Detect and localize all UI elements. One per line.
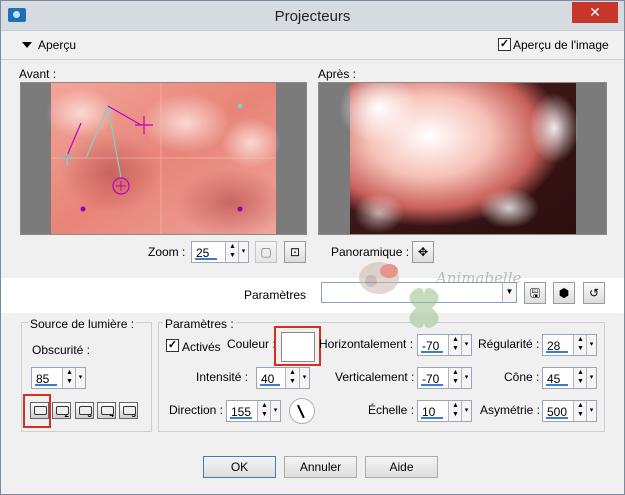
preview-image-label: Aperçu de l'image [513,38,609,52]
direction-dropdown-icon[interactable]: ▾ [270,401,280,421]
after-label: Après : [318,67,357,81]
regularity-dropdown-icon[interactable]: ▾ [586,335,596,355]
highlight-box [23,394,51,428]
intensity-label: Intensité : [196,370,249,384]
asymmetry-label: Asymétrie : [480,403,541,417]
presets-label: Paramètres [244,288,307,302]
vertical-dropdown-icon[interactable]: ▾ [461,368,471,388]
before-preview[interactable] [20,82,307,235]
vertical-spinner[interactable]: -70 ▲ ▼ ▾ [417,367,472,389]
asymmetry-up-down-icon[interactable]: ▲ ▼ [573,401,587,421]
vertical-label: Verticalement : [335,370,415,384]
zoom-dropdown-icon[interactable]: ▾ [238,242,248,262]
zoom-spinner[interactable]: 25 ▲ ▼ ▾ [191,241,249,263]
horizontal-label: Horizontalement : [319,337,414,351]
darkness-spinner[interactable]: 85 ▲ ▼ ▾ [31,367,86,389]
direction-dial[interactable] [289,398,315,424]
cone-label: Cône : [504,370,540,384]
vertical-up-down-icon[interactable]: ▲ ▼ [448,368,462,388]
cone-dropdown-icon[interactable]: ▾ [586,368,596,388]
close-button[interactable]: ✕ [572,2,618,23]
horizontal-spinner[interactable]: -70 ▲ ▼ ▾ [417,334,472,356]
regularity-spinner[interactable]: 28 ▲ ▼ ▾ [542,334,597,356]
direction-spinner[interactable]: 155 ▲ ▼ ▾ [226,400,281,422]
presets-dropdown[interactable]: ▼ [321,282,517,303]
dialog-window: Projecteurs ✕ Aperçu ✓ Aperçu de l'image… [0,0,625,495]
spotlight-preset-2-button[interactable]: 2 [52,402,71,419]
window-title: Projecteurs [274,8,351,25]
before-label: Avant : [19,67,57,81]
zoom-label: Zoom : [148,245,186,259]
cone-spinner[interactable]: 45 ▲ ▼ ▾ [542,367,597,389]
zoom-fit-button[interactable]: ▢ [255,241,277,263]
chevron-down-icon[interactable]: ▼ [502,283,516,302]
horizontal-up-down-icon[interactable]: ▲ ▼ [448,335,462,355]
reset-button[interactable]: ↺ [583,282,605,304]
direction-label: Direction : [169,403,224,417]
pan-label: Panoramique : [331,245,410,259]
ok-button[interactable]: OK [203,456,276,478]
asymmetry-spinner[interactable]: 500 ▲ ▼ ▾ [542,400,597,422]
scale-up-down-icon[interactable]: ▲ ▼ [448,401,462,421]
active-checkbox[interactable]: ✓ [166,339,179,352]
light-source-label: Source de lumière : [28,317,137,331]
randomize-button[interactable]: ⬢ [553,282,575,304]
after-preview [318,82,607,235]
divider [1,59,624,60]
before-image [46,83,286,234]
zoom-actual-size-button[interactable]: ⊡ [284,241,306,263]
zoom-up-down-icon[interactable]: ▲ ▼ [225,242,239,262]
regularity-label: Régularité : [478,337,540,351]
intensity-up-down-icon[interactable]: ▲ ▼ [285,368,299,388]
darkness-dropdown-icon[interactable]: ▾ [75,368,85,388]
asymmetry-dropdown-icon[interactable]: ▾ [586,401,596,421]
darkness-up-down-icon[interactable]: ▲ ▼ [62,368,76,388]
save-preset-button[interactable]: 🖫 [524,282,546,304]
preview-image-checkbox[interactable]: ✓ [498,38,511,51]
scale-label: Échelle : [368,403,415,417]
regularity-up-down-icon[interactable]: ▲ ▼ [573,335,587,355]
horizontal-dropdown-icon[interactable]: ▾ [461,335,471,355]
spotlight-preset-3-button[interactable]: 3 [75,402,94,419]
params-label: Paramètres : [163,317,236,331]
cone-up-down-icon[interactable]: ▲ ▼ [573,368,587,388]
active-label: Activés [182,340,221,354]
pan-button[interactable]: ✥ [412,241,434,263]
intensity-spinner[interactable]: 40 ▲ ▼ ▾ [256,367,310,389]
highlight-box [274,326,321,366]
darkness-label: Obscurité : [32,343,91,357]
intensity-dropdown-icon[interactable]: ▾ [299,368,309,388]
scale-dropdown-icon[interactable]: ▾ [461,401,471,421]
help-button[interactable]: Aide [365,456,438,478]
preview-section-label[interactable]: Aperçu [38,38,76,52]
collapse-arrow-icon[interactable] [22,42,32,48]
scale-spinner[interactable]: 10 ▲ ▼ ▾ [417,400,472,422]
after-image [339,83,579,234]
title-bar: Projecteurs ✕ [1,1,624,31]
spotlight-preset-4-button[interactable]: 4 [97,402,116,419]
color-label: Couleur : [227,337,276,351]
direction-up-down-icon[interactable]: ▲ ▼ [257,401,271,421]
cancel-button[interactable]: Annuler [284,456,357,478]
spotlight-preset-5-button[interactable]: 5 [119,402,138,419]
